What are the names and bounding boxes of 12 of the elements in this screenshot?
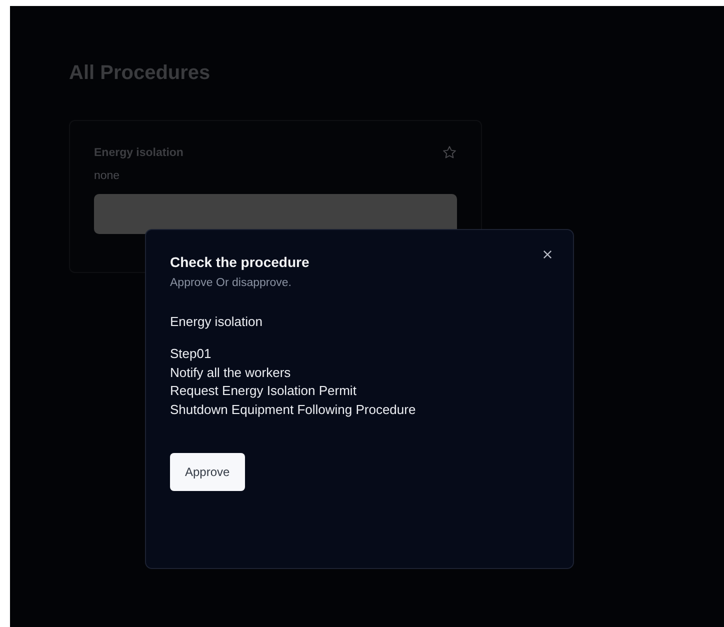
step-text: Step01 <box>170 345 212 363</box>
star-icon[interactable] <box>442 145 457 160</box>
dialog-subtitle: Approve Or disapprove. <box>170 277 292 289</box>
close-icon[interactable] <box>543 250 552 259</box>
step-text: Shutdown Equipment Following Procedure <box>170 400 417 419</box>
dialog-title: Check the procedure <box>170 254 310 270</box>
approve-button[interactable]: Approve <box>170 453 245 491</box>
step-text: Request Energy Isolation Permit <box>170 382 358 400</box>
procedure-title: Energy isolation <box>94 146 184 158</box>
step-text: Notify all the workers <box>170 364 292 382</box>
procedure-name: Energy isolation <box>170 314 264 329</box>
procedure-description: none <box>94 170 121 182</box>
